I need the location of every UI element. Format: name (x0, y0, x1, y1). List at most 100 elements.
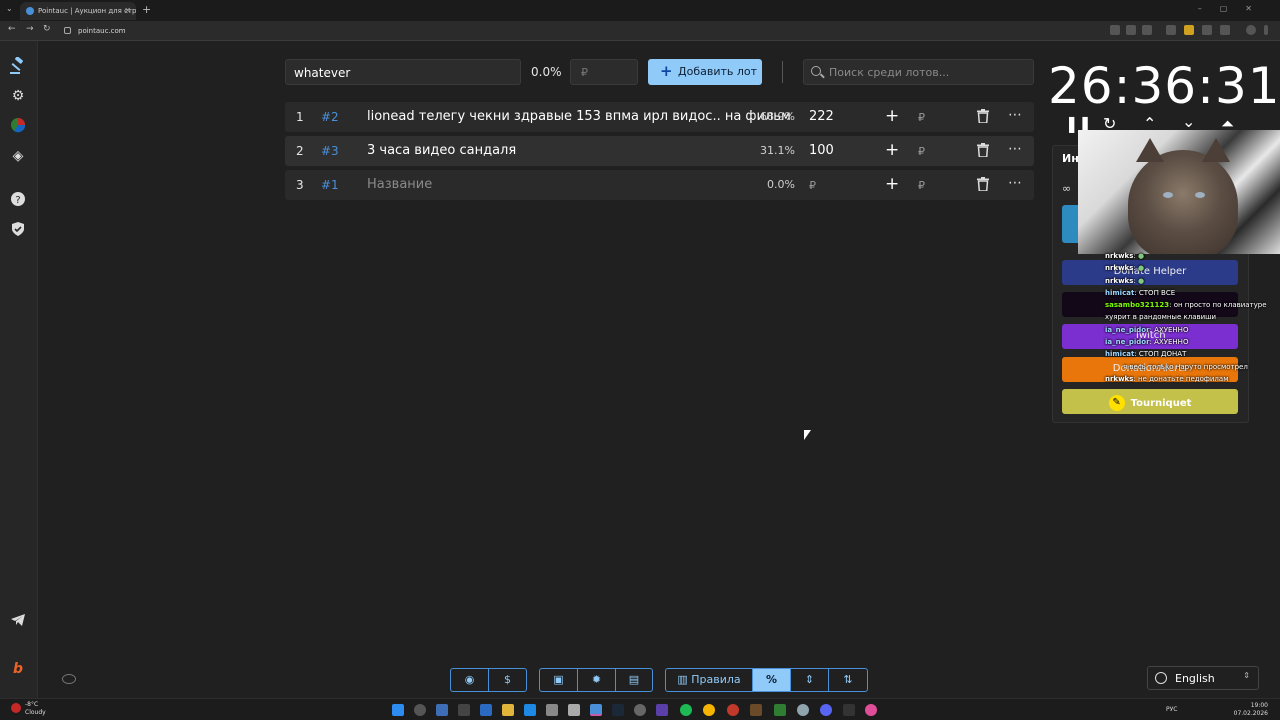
taskbar-app-icon[interactable] (727, 704, 739, 716)
discord-icon[interactable] (820, 704, 832, 716)
delete-all-icon[interactable]: ▤ (616, 669, 652, 691)
taskbar-app-icon[interactable] (656, 704, 668, 716)
more-options-icon[interactable]: ⋯ (1008, 175, 1022, 191)
more-options-icon[interactable]: ⋯ (1008, 107, 1022, 123)
search-lots-input[interactable]: Поиск среди лотов... (803, 59, 1034, 85)
lot-row[interactable]: 3 #1 Название 0.0% ₽ + ₽ ⋯ (285, 170, 1034, 200)
lot-name[interactable]: lionead телегу чекни здравые 153 впма ир… (367, 109, 791, 124)
taskbar-app-icon[interactable] (843, 704, 855, 716)
language-select[interactable]: English ⇕ (1147, 666, 1259, 690)
forward-icon[interactable]: → (26, 24, 34, 34)
rules-button[interactable]: ▥ Правила (666, 669, 753, 691)
add-amount-input[interactable]: ₽ (918, 179, 925, 192)
trash-icon[interactable] (977, 143, 989, 157)
extensions-puzzle-icon[interactable] (1220, 25, 1230, 35)
shield-check-icon[interactable] (9, 221, 27, 239)
taskbar-app-icon[interactable] (750, 704, 762, 716)
search-icon[interactable] (414, 704, 426, 716)
lot-name[interactable]: 3 часа видео сандаля (367, 143, 516, 158)
auction-icon[interactable] (9, 56, 27, 75)
tourniquet-button[interactable]: ✎ Tourniquet (1062, 389, 1238, 414)
taskbar-app-icon[interactable] (458, 704, 470, 716)
lot-index: 1 (296, 110, 304, 124)
extension-icon[interactable] (1166, 25, 1176, 35)
extension-icon[interactable] (1110, 25, 1120, 35)
url-field[interactable]: pointauc.com (58, 24, 1098, 38)
auction-timer: 26:36:31 (1048, 57, 1280, 115)
amount-input[interactable]: ₽ (570, 59, 638, 85)
add-amount-input[interactable]: ₽ (918, 111, 925, 124)
clock[interactable]: 19:00 07.02.2026 (1234, 702, 1268, 718)
bookmark-star-icon[interactable] (1142, 25, 1152, 35)
trash-icon[interactable] (977, 109, 989, 123)
layers-icon[interactable]: ◈ (9, 147, 27, 165)
tab-search-icon[interactable]: ⌄ (6, 4, 13, 13)
more-options-icon[interactable]: ⋯ (1008, 141, 1022, 157)
weather-widget[interactable]: -8°C Cloudy (11, 701, 46, 717)
site-info-icon[interactable] (64, 27, 71, 34)
spotify-icon[interactable] (680, 704, 692, 716)
add-amount-icon[interactable]: + (885, 174, 899, 194)
settings-icon[interactable]: ⚙ (9, 87, 27, 105)
boosty-icon[interactable]: b (9, 660, 27, 678)
dollar-icon[interactable]: $ (489, 669, 526, 691)
lot-amount[interactable]: 222 (809, 109, 834, 124)
chat-message: himicat: СТОП ВСЕ (1105, 288, 1176, 297)
lot-name[interactable]: Название (367, 177, 432, 192)
profile-avatar[interactable] (1246, 25, 1256, 35)
close-tab-icon[interactable]: ✕ (124, 6, 131, 15)
chevron-down-icon[interactable]: ⌄ (1182, 112, 1195, 131)
input-language[interactable]: РУС (1166, 706, 1177, 713)
taskbar-app-icon[interactable] (546, 704, 558, 716)
taskbar-app-icon[interactable] (590, 704, 602, 716)
file-explorer-icon[interactable] (502, 704, 514, 716)
extension-icon[interactable] (1126, 25, 1136, 35)
start-icon[interactable] (392, 704, 404, 716)
stats-pie-icon[interactable] (9, 117, 27, 135)
lot-amount[interactable]: 100 (809, 143, 834, 158)
lot-row[interactable]: 1 #2 lionead телегу чекни здравые 153 вп… (285, 102, 1034, 132)
percent-toggle-icon[interactable]: % (753, 669, 791, 691)
browser-tab-strip: ⌄ Pointauc | Аукцион для стрим... ✕ + –▢… (0, 0, 1280, 21)
lot-id[interactable]: #2 (321, 110, 339, 124)
chat-text: хуярит в рандомные клавиши (1105, 313, 1217, 322)
chrome-icon[interactable] (703, 704, 715, 716)
taskbar-app-icon[interactable] (865, 704, 877, 716)
window-controls[interactable]: –▢✕ (1198, 4, 1270, 13)
lot-amount[interactable]: ₽ (809, 179, 816, 192)
taskbar-app-icon[interactable] (480, 704, 492, 716)
add-amount-icon[interactable]: + (885, 106, 899, 126)
github-icon[interactable]: ◉ (451, 669, 489, 691)
add-amount-input[interactable]: ₽ (918, 145, 925, 158)
taskbar-app-icon[interactable] (568, 704, 580, 716)
browser-tab[interactable]: Pointauc | Аукцион для стрим... ✕ (20, 2, 136, 20)
task-view-icon[interactable] (436, 704, 448, 716)
save-icon[interactable]: ▣ (540, 669, 578, 691)
lot-name-input[interactable]: whatever (285, 59, 521, 85)
taskbar-app-icon[interactable] (634, 704, 646, 716)
steam-icon[interactable] (612, 704, 624, 716)
lot-id[interactable]: #1 (321, 178, 339, 192)
cat-ear (1136, 138, 1164, 162)
taskbar-app-icon[interactable] (524, 704, 536, 716)
browser-menu-icon[interactable] (1264, 25, 1268, 35)
compact-view-icon[interactable]: ⇕ (791, 669, 829, 691)
visibility-eye-icon[interactable] (62, 674, 76, 684)
telegram-icon[interactable] (9, 613, 27, 631)
back-icon[interactable]: ← (8, 24, 16, 34)
trash-icon[interactable] (977, 177, 989, 191)
help-icon[interactable]: ? (9, 191, 27, 209)
extension-icon[interactable] (1184, 25, 1194, 35)
reload-icon[interactable]: ↻ (43, 24, 51, 34)
add-amount-icon[interactable]: + (885, 140, 899, 160)
extension-icon[interactable] (1202, 25, 1212, 35)
taskbar-app-icon[interactable] (797, 704, 809, 716)
add-lot-button[interactable]: + Добавить лот (648, 59, 762, 85)
chat-message: ia_ne_pidor: АХУЕННО (1105, 338, 1189, 347)
bug-icon[interactable]: ✹ (578, 669, 616, 691)
sort-icon[interactable]: ⇅ (829, 669, 867, 691)
taskbar-app-icon[interactable] (774, 704, 786, 716)
new-tab-icon[interactable]: + (142, 3, 151, 16)
lot-row[interactable]: 2 #3 3 часа видео сандаля 31.1% 100 + ₽ … (285, 136, 1034, 166)
lot-id[interactable]: #3 (321, 144, 339, 158)
